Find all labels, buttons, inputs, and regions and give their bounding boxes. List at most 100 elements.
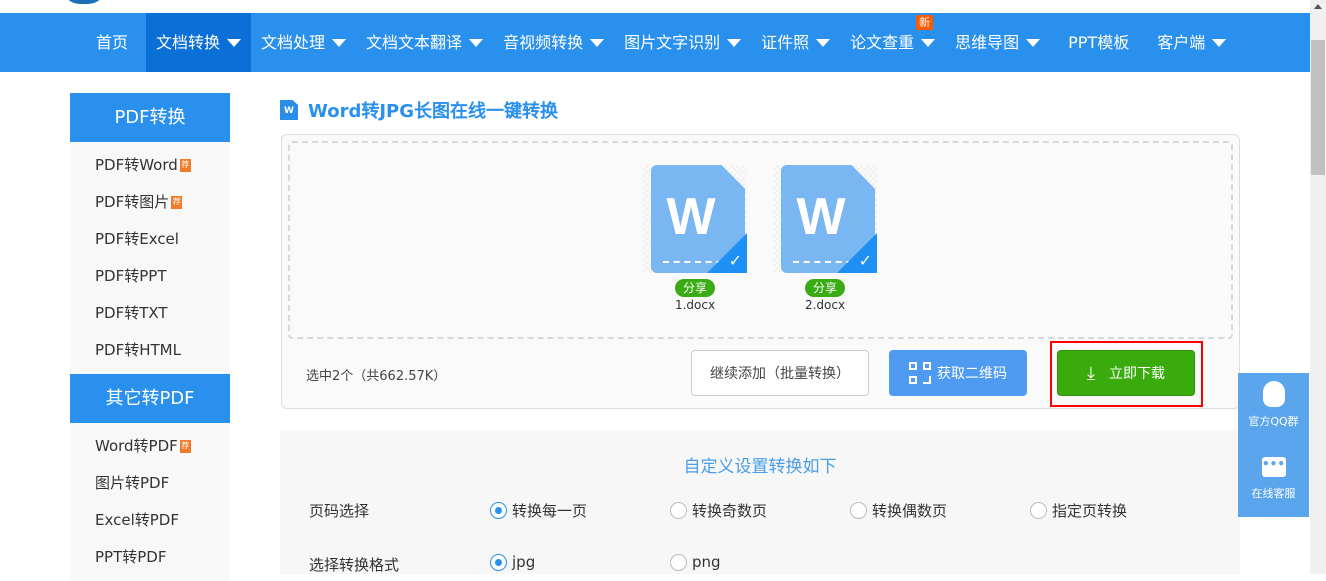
radio-button[interactable] — [670, 553, 687, 571]
sidebar-list: Word转PDF 荐图片转PDF Excel转PDF PPT转PDF — [70, 423, 230, 581]
sidebar-item[interactable]: PDF转图片荐 — [70, 184, 230, 221]
sidebar-item-label: 图片转PDF — [95, 474, 170, 492]
file-name: 1.docx — [674, 298, 716, 312]
sidebar-item-label: PDF转HTML — [95, 341, 181, 359]
sidebar-item[interactable]: PDF转HTML — [70, 332, 230, 369]
radio-button[interactable] — [490, 553, 507, 571]
add-more-button[interactable]: 继续添加（批量转换） — [691, 350, 869, 396]
file-item[interactable]: W ✓ 分享 1.docx — [643, 165, 747, 312]
qq-group-button[interactable]: 官方QQ群 — [1238, 373, 1309, 445]
sidebar-item[interactable]: PDF转PPT — [70, 258, 230, 295]
sidebar-item-label: Excel转PDF — [95, 511, 179, 529]
nav-item-label: 证件照 — [761, 33, 810, 52]
sidebar-item[interactable]: 图片转PDF — [70, 465, 230, 502]
sidebar-item[interactable]: Word转PDF 荐 — [70, 428, 230, 465]
new-badge: 新 — [916, 15, 934, 30]
nav-item-label: 论文查重 — [850, 33, 915, 52]
word-doc-icon: W ✓ — [643, 165, 747, 273]
nav-item-label: 文档文本翻译 — [366, 33, 463, 52]
page-title: W Word转JPG长图在线一键转换 — [280, 97, 558, 123]
sidebar-item-label: PDF转TXT — [95, 304, 168, 322]
nav-item[interactable]: 论文查重新 — [840, 13, 945, 72]
check-icon: ✓ — [858, 251, 872, 270]
sidebar-item[interactable]: Excel转PDF — [70, 502, 230, 539]
sidebar-item-label: PDF转PPT — [95, 267, 167, 285]
sidebar-section-title: PDF转换 — [70, 93, 230, 142]
main-nav: 首页 文档转换 文档处理 文档文本翻译 音视频转换 图片文字识别 证件照 论文查重新思维导图 P… — [0, 13, 1310, 72]
recommend-badge-icon: 荐 — [179, 440, 191, 453]
caret-down-icon — [921, 38, 936, 47]
download-button[interactable]: ⤓ 立即下载 — [1057, 350, 1195, 396]
file-drop-zone[interactable]: W ✓ 分享 1.docx W ✓ 分享 2.docx — [288, 141, 1233, 339]
word-doc-icon: W ✓ — [773, 165, 877, 273]
download-label: 立即下载 — [1108, 366, 1165, 382]
nav-item[interactable]: 音视频转换 — [493, 13, 614, 72]
radio-button[interactable] — [670, 502, 687, 519]
caret-down-icon — [1026, 38, 1041, 47]
nav-item[interactable]: 文档文本翻译 — [356, 13, 493, 72]
nav-item[interactable]: 图片文字识别 — [614, 13, 751, 72]
selection-info: 选中2个（共662.57K） — [306, 369, 447, 384]
word-file-icon: W — [280, 100, 298, 120]
nav-item-label: 图片文字识别 — [624, 33, 721, 52]
caret-down-icon — [227, 38, 242, 47]
sidebar-item-label: PDF转图片 — [95, 193, 170, 211]
nav-item-label: 文档处理 — [261, 33, 326, 52]
sidebar-item-label: PPT转PDF — [95, 548, 167, 566]
sidebar-item-label: PDF转Excel — [95, 230, 179, 248]
radio-label: png — [692, 553, 721, 571]
radio-option[interactable]: png — [670, 553, 721, 571]
nav-item[interactable]: 客户端 — [1147, 13, 1236, 72]
scrollbar-thumb[interactable] — [1311, 40, 1325, 175]
sidebar-item-label: Word转PDF — [95, 437, 178, 455]
online-service-button[interactable]: ••• 在线客服 — [1238, 445, 1309, 517]
radio-option[interactable]: 转换每一页 — [490, 500, 587, 521]
check-icon: ✓ — [728, 251, 742, 270]
radio-label: 转换奇数页 — [692, 502, 768, 520]
recommend-badge-icon: 荐 — [171, 196, 183, 209]
radio-label: 转换偶数页 — [872, 502, 948, 520]
nav-item[interactable]: 文档处理 — [251, 13, 356, 72]
download-icon: ⤓ — [1087, 362, 1095, 384]
get-qr-button[interactable]: 获取二维码 — [889, 350, 1027, 396]
radio-button[interactable] — [850, 502, 867, 519]
share-button[interactable]: 分享 — [804, 279, 845, 297]
caret-down-icon — [590, 38, 605, 47]
sidebar-item[interactable]: PDF转Word 荐 — [70, 147, 230, 184]
radio-button[interactable] — [1030, 502, 1047, 519]
nav-item[interactable]: 文档转换 — [146, 13, 252, 72]
settings-title: 自定义设置转换如下 — [683, 457, 837, 477]
nav-item[interactable]: 首页 — [78, 13, 146, 72]
radio-button[interactable] — [490, 502, 507, 519]
page-select-label: 页码选择 — [309, 502, 370, 520]
chat-icon: ••• — [1261, 457, 1286, 477]
scroll-up-icon[interactable] — [1314, 4, 1322, 9]
file-item[interactable]: W ✓ 分享 2.docx — [773, 165, 877, 312]
sidebar-section-title: 其它转PDF — [70, 374, 230, 423]
caret-down-icon — [469, 38, 484, 47]
caret-down-icon — [727, 38, 742, 47]
site-logo[interactable] — [62, 0, 106, 4]
qr-code-icon — [909, 362, 931, 384]
nav-item-label: PPT模板 — [1068, 33, 1130, 52]
radio-option[interactable]: jpg — [490, 553, 535, 571]
settings-panel: 自定义设置转换如下 页码选择 转换每一页 转换奇数页 转换偶数页 指定页转换 选择转换… — [280, 430, 1240, 574]
sidebar-item[interactable]: PDF转TXT — [70, 295, 230, 332]
nav-item[interactable]: 证件照 — [751, 13, 840, 72]
nav-item-label: 音视频转换 — [503, 33, 584, 52]
file-name: 2.docx — [804, 298, 846, 312]
nav-item[interactable]: PPT模板 — [1050, 13, 1147, 72]
caret-down-icon — [1212, 38, 1227, 47]
sidebar-item[interactable]: PDF转Excel — [70, 221, 230, 258]
caret-down-icon — [816, 38, 831, 47]
recommend-badge-icon: 荐 — [179, 159, 191, 172]
sidebar-item[interactable]: PPT转PDF — [70, 539, 230, 576]
add-more-label: 继续添加（批量转换） — [710, 366, 850, 382]
qq-icon — [1262, 381, 1285, 407]
radio-option[interactable]: 转换奇数页 — [670, 500, 767, 521]
nav-item[interactable]: 思维导图 — [945, 13, 1050, 72]
radio-option[interactable]: 指定页转换 — [1030, 500, 1127, 521]
scrollbar[interactable] — [1310, 0, 1326, 574]
radio-option[interactable]: 转换偶数页 — [850, 500, 947, 521]
share-button[interactable]: 分享 — [674, 279, 715, 297]
